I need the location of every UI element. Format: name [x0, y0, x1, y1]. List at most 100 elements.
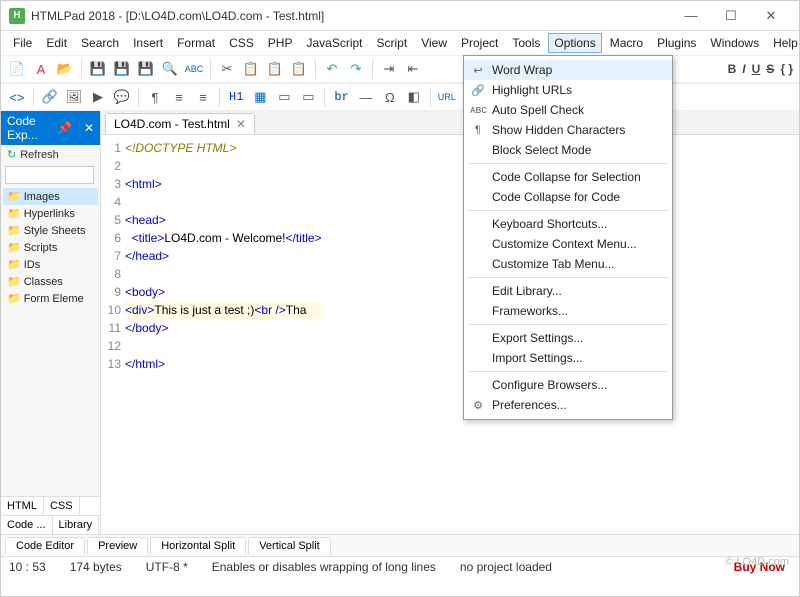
bullet-list-icon[interactable]: ≡: [169, 87, 189, 107]
menu-project[interactable]: Project: [455, 33, 504, 53]
menu-bar[interactable]: FileEditSearchInsertFormatCSSPHPJavaScri…: [1, 31, 799, 55]
code-line[interactable]: <head>: [125, 211, 322, 229]
sidebar-tree[interactable]: ImagesHyperlinksStyle SheetsScriptsIDsCl…: [1, 186, 100, 496]
menu-item[interactable]: Code Collapse for Code: [464, 187, 672, 207]
menu-edit[interactable]: Edit: [40, 33, 73, 53]
spellcheck-icon[interactable]: ABC: [184, 59, 204, 79]
paste-icon[interactable]: 📋: [265, 59, 285, 79]
menu-format[interactable]: Format: [171, 33, 221, 53]
menu-item[interactable]: 🔗Highlight URLs: [464, 80, 672, 100]
menu-javascript[interactable]: JavaScript: [300, 33, 368, 53]
div-icon[interactable]: ◧: [404, 87, 424, 107]
strike-icon[interactable]: S: [766, 62, 774, 76]
sidebar-close-icon[interactable]: ✕: [84, 121, 94, 135]
tag-icon[interactable]: <>: [7, 87, 27, 107]
view-tab[interactable]: Code Editor: [5, 537, 85, 554]
menu-plugins[interactable]: Plugins: [651, 33, 702, 53]
form-icon[interactable]: ▭: [274, 87, 294, 107]
new-css-icon[interactable]: A: [31, 59, 51, 79]
code-line[interactable]: </html>: [125, 355, 322, 373]
menu-script[interactable]: Script: [371, 33, 414, 53]
tree-item[interactable]: Hyperlinks: [3, 205, 98, 222]
copy-icon[interactable]: 📋: [241, 59, 261, 79]
save-all-icon[interactable]: 💾: [112, 59, 132, 79]
menu-php[interactable]: PHP: [262, 33, 299, 53]
menu-item[interactable]: Configure Browsers...: [464, 375, 672, 395]
menu-view[interactable]: View: [415, 33, 453, 53]
outdent-icon[interactable]: ⇤: [403, 59, 423, 79]
view-tab[interactable]: Horizontal Split: [150, 537, 246, 554]
code-line[interactable]: </body>: [125, 319, 322, 337]
omega-icon[interactable]: Ω: [380, 87, 400, 107]
refresh-button[interactable]: Refresh: [1, 145, 100, 164]
h1-insert[interactable]: H1: [226, 90, 246, 104]
bold-icon[interactable]: B: [728, 62, 737, 76]
tree-item[interactable]: Style Sheets: [3, 222, 98, 239]
menu-css[interactable]: CSS: [223, 33, 260, 53]
code-line[interactable]: [125, 337, 322, 355]
code-line[interactable]: <title>LO4D.com - Welcome!</title>: [125, 229, 322, 247]
sidebar-tab[interactable]: HTML: [1, 497, 44, 515]
menu-macro[interactable]: Macro: [604, 33, 649, 53]
url-icon[interactable]: URL: [437, 87, 457, 107]
view-tab[interactable]: Vertical Split: [248, 537, 331, 554]
indent-icon[interactable]: ⇥: [379, 59, 399, 79]
menu-item[interactable]: Import Settings...: [464, 348, 672, 368]
tree-item[interactable]: Scripts: [3, 239, 98, 256]
menu-item[interactable]: Code Collapse for Selection: [464, 167, 672, 187]
link-icon[interactable]: 🔗: [40, 87, 60, 107]
view-tab[interactable]: Preview: [87, 537, 148, 554]
hr-icon[interactable]: —: [356, 87, 376, 107]
table-icon[interactable]: ▦: [250, 87, 270, 107]
paragraph-icon[interactable]: ¶: [145, 87, 165, 107]
tree-item[interactable]: IDs: [3, 256, 98, 273]
image-icon[interactable]: 🖼: [64, 87, 84, 107]
menu-insert[interactable]: Insert: [127, 33, 169, 53]
sidebar-tabs-lang[interactable]: HTMLCSS: [1, 496, 100, 515]
clipboard-list-icon[interactable]: 📋: [289, 59, 309, 79]
menu-item[interactable]: Block Select Mode: [464, 140, 672, 160]
code-line[interactable]: <html>: [125, 175, 322, 193]
menu-windows[interactable]: Windows: [704, 33, 765, 53]
close-tab-icon[interactable]: ✕: [236, 117, 246, 131]
editor-tab[interactable]: LO4D.com - Test.html ✕: [105, 113, 255, 134]
search-icon[interactable]: 🔍: [160, 59, 180, 79]
redo-icon[interactable]: ↷: [346, 59, 366, 79]
br-insert[interactable]: br: [331, 90, 351, 104]
menu-item[interactable]: ᴀʙᴄAuto Spell Check: [464, 100, 672, 120]
sidebar-tabs-panel[interactable]: Code ...Library: [1, 515, 100, 534]
italic-icon[interactable]: I: [742, 62, 745, 76]
menu-file[interactable]: File: [7, 33, 38, 53]
view-tabs[interactable]: Code EditorPreviewHorizontal SplitVertic…: [1, 534, 799, 556]
cut-icon[interactable]: ✂: [217, 59, 237, 79]
code-line[interactable]: [125, 157, 322, 175]
code-line[interactable]: <div>This is just a test ;)<br />Tha: [125, 301, 322, 319]
menu-tools[interactable]: Tools: [506, 33, 546, 53]
save-icon[interactable]: 💾: [88, 59, 108, 79]
menu-item[interactable]: Customize Tab Menu...: [464, 254, 672, 274]
editor-tab-strip[interactable]: LO4D.com - Test.html ✕: [101, 111, 799, 135]
tree-item[interactable]: Images: [3, 188, 98, 205]
menu-options[interactable]: Options: [548, 33, 601, 53]
menu-item[interactable]: Frameworks...: [464, 301, 672, 321]
sidebar-search-input[interactable]: [5, 166, 94, 184]
sidebar-panel-tab[interactable]: Library: [53, 516, 100, 534]
menu-item[interactable]: ⚙Preferences...: [464, 395, 672, 415]
numbered-list-icon[interactable]: ≡: [193, 87, 213, 107]
tree-item[interactable]: Classes: [3, 273, 98, 290]
video-icon[interactable]: ▶: [88, 87, 108, 107]
comment-icon[interactable]: 💬: [112, 87, 132, 107]
pin-icon[interactable]: 📌: [57, 121, 72, 135]
menu-item[interactable]: Export Settings...: [464, 328, 672, 348]
sidebar-tab[interactable]: CSS: [44, 497, 80, 515]
menu-item[interactable]: Keyboard Shortcuts...: [464, 214, 672, 234]
brackets-icon[interactable]: { }: [780, 62, 793, 76]
options-menu[interactable]: ↩Word Wrap🔗Highlight URLsᴀʙᴄAuto Spell C…: [463, 55, 673, 420]
sidebar-panel-tab[interactable]: Code ...: [1, 516, 53, 534]
close-button[interactable]: ✕: [751, 3, 791, 29]
code-line[interactable]: <body>: [125, 283, 322, 301]
minimize-button[interactable]: —: [671, 3, 711, 29]
code-line[interactable]: </head>: [125, 247, 322, 265]
menu-item[interactable]: ¶Show Hidden Characters: [464, 120, 672, 140]
code-line[interactable]: <!DOCTYPE HTML>: [125, 139, 322, 157]
